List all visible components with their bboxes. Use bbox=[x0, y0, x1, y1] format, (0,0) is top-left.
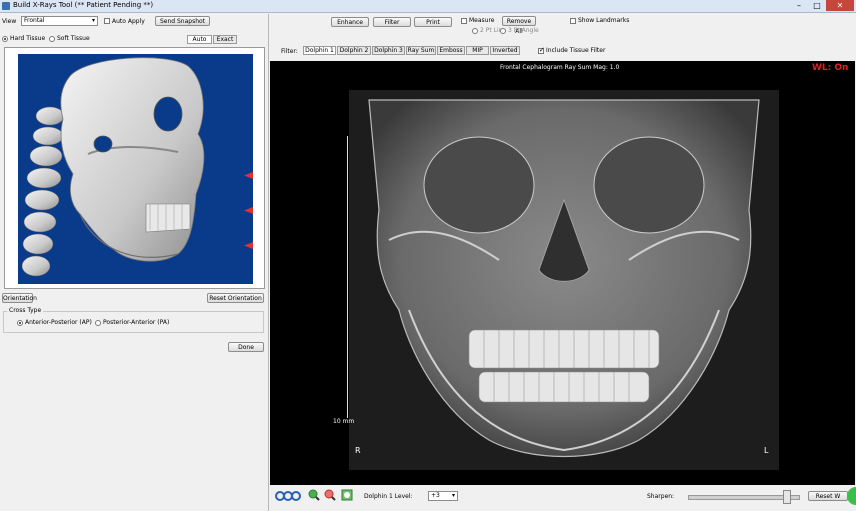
remove-all-button[interactable]: Remove All bbox=[502, 16, 536, 35]
filter-label: Filter: bbox=[281, 48, 298, 55]
tab-mip[interactable]: MIP bbox=[466, 46, 489, 55]
tab-auto[interactable]: Auto bbox=[187, 35, 212, 44]
orientation-button[interactable]: Orientation bbox=[2, 293, 37, 303]
right-marker: R bbox=[355, 446, 361, 455]
auto-apply-checkbox[interactable] bbox=[104, 18, 110, 24]
image-header: Frontal Cephalogram Ray Sum Mag: 1.0 bbox=[500, 64, 620, 71]
hard-tissue-radio[interactable] bbox=[2, 36, 8, 42]
fit-to-window-icon[interactable] bbox=[341, 489, 353, 501]
orientation-marker bbox=[244, 207, 253, 214]
filter-button[interactable]: Filter bbox=[373, 17, 411, 27]
auto-apply-label: Auto Apply bbox=[112, 18, 145, 25]
zoom-in-icon[interactable] bbox=[308, 489, 320, 501]
show-landmarks-label: Show Landmarks bbox=[578, 17, 630, 24]
wl-indicator: WL: On bbox=[812, 63, 849, 73]
measure-label: Measure bbox=[469, 17, 495, 24]
two-point-line-radio[interactable] bbox=[472, 28, 478, 34]
scale-bar bbox=[347, 136, 348, 418]
sharpen-slider-thumb[interactable] bbox=[783, 490, 791, 504]
3d-viewer[interactable] bbox=[4, 47, 265, 289]
send-snapshot-button[interactable]: Send Snapshot bbox=[155, 16, 210, 26]
reset-orientation-button[interactable]: Reset Orientation bbox=[207, 293, 264, 303]
tab-exact[interactable]: Exact bbox=[213, 35, 237, 44]
level-label: Dolphin 1 Level: bbox=[364, 493, 413, 500]
scale-label: 10 mm bbox=[333, 418, 355, 425]
chevron-down-icon: ▾ bbox=[451, 492, 455, 499]
three-point-angle-radio[interactable] bbox=[500, 28, 506, 34]
three-point-angle-label: 3 Pt Angle bbox=[508, 27, 539, 34]
view-value: Frontal bbox=[24, 17, 45, 24]
level-value: +3 bbox=[431, 492, 440, 499]
reset-window-level-button[interactable]: Reset W bbox=[808, 491, 848, 501]
tab-inverted[interactable]: Inverted bbox=[490, 46, 520, 55]
cross-type-label: Cross Type bbox=[7, 307, 44, 314]
tab-dolphin-2[interactable]: Dolphin 2 bbox=[337, 46, 371, 55]
orientation-marker bbox=[244, 172, 253, 179]
frontal-cephalogram-image bbox=[349, 90, 779, 470]
enhance-button[interactable]: Enhance bbox=[331, 17, 369, 27]
view-label: View bbox=[2, 18, 17, 25]
soft-tissue-radio[interactable] bbox=[49, 36, 55, 42]
close-button[interactable]: ✕ bbox=[826, 0, 854, 11]
dolphin-logo-icon bbox=[275, 489, 301, 503]
chevron-down-icon: ▾ bbox=[91, 17, 95, 24]
pa-label: Posterior-Anterior (PA) bbox=[103, 319, 170, 326]
3d-skull-render bbox=[21, 57, 205, 277]
include-tissue-label: Include Tissue Filter bbox=[546, 47, 606, 54]
ap-label: Anterior-Posterior (AP) bbox=[25, 319, 92, 326]
tab-dolphin-3[interactable]: Dolphin 3 bbox=[372, 46, 405, 55]
panel-separator[interactable] bbox=[268, 14, 269, 511]
print-button[interactable]: Print bbox=[414, 17, 452, 27]
measure-checkbox[interactable] bbox=[461, 18, 467, 24]
zoom-out-icon[interactable] bbox=[324, 489, 336, 501]
tab-emboss[interactable]: Emboss bbox=[437, 46, 465, 55]
app-icon bbox=[2, 2, 10, 10]
pa-radio[interactable] bbox=[95, 320, 101, 326]
orientation-marker bbox=[244, 242, 253, 249]
window-title: Build X-Rays Tool (** Patient Pending **… bbox=[13, 1, 154, 9]
left-marker: L bbox=[764, 446, 769, 455]
done-button[interactable]: Done bbox=[228, 342, 264, 352]
sharpen-label: Sharpen: bbox=[647, 493, 675, 500]
level-select[interactable]: +3 ▾ bbox=[428, 491, 458, 501]
ap-radio[interactable] bbox=[17, 320, 23, 326]
tab-ray-sum[interactable]: Ray Sum bbox=[406, 46, 436, 55]
tab-dolphin-1[interactable]: Dolphin 1 bbox=[303, 46, 336, 55]
status-indicator-icon bbox=[846, 486, 856, 506]
show-landmarks-checkbox[interactable] bbox=[570, 18, 576, 24]
soft-tissue-label: Soft Tissue bbox=[57, 35, 90, 42]
view-select[interactable]: Frontal ▾ bbox=[21, 16, 98, 26]
include-tissue-checkbox[interactable]: ✓ bbox=[538, 46, 545, 54]
3d-render-view[interactable] bbox=[18, 54, 253, 284]
maximize-button[interactable]: □ bbox=[808, 0, 826, 11]
hard-tissue-label: Hard Tissue bbox=[10, 35, 46, 42]
minimize-button[interactable]: – bbox=[790, 0, 808, 11]
